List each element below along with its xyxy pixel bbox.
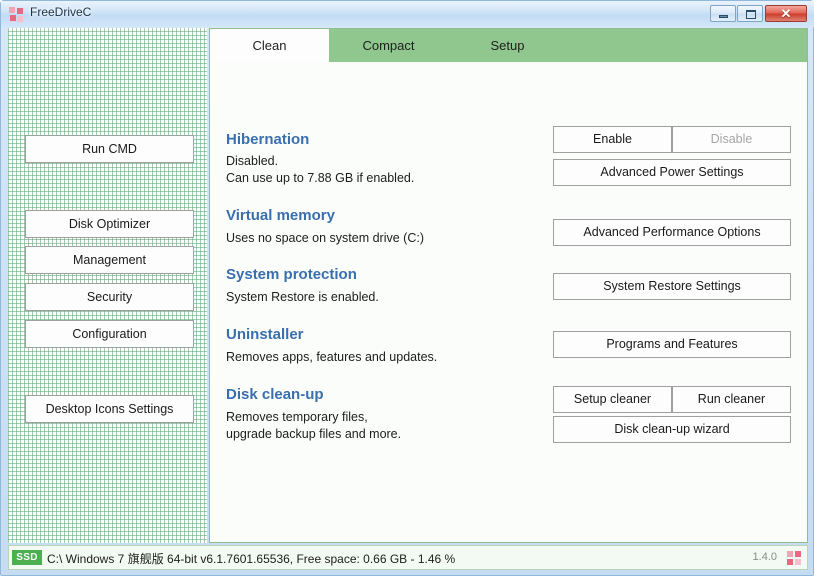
close-icon: ✕ <box>780 6 792 21</box>
section-text-disk-cleanup-line2: upgrade backup files and more. <box>226 427 402 441</box>
section-text-system-protection-line1: System Restore is enabled. <box>226 290 379 304</box>
title-bar[interactable]: FreeDriveC ✕ <box>1 1 814 27</box>
sidebar-item-management[interactable]: Management <box>25 246 194 274</box>
tab-compact[interactable]: Compact <box>329 29 448 62</box>
system-restore-settings-button[interactable]: System Restore Settings <box>553 273 791 300</box>
app-pixels-icon[interactable] <box>787 551 802 566</box>
section-heading-virtual-memory: Virtual memory <box>226 207 335 224</box>
advanced-performance-options-button[interactable]: Advanced Performance Options <box>553 219 791 246</box>
status-bar: SSD C:\ Windows 7 旗舰版 64-bit v6.1.7601.6… <box>8 545 808 570</box>
section-heading-disk-cleanup: Disk clean-up <box>226 386 324 403</box>
sidebar-item-security[interactable]: Security <box>25 283 194 311</box>
app-pixels-icon <box>9 7 24 22</box>
sidebar-item-disk-optimizer[interactable]: Disk Optimizer <box>25 210 194 238</box>
application-window: FreeDriveC ✕ Run CMD Disk Optimizer Mana… <box>0 0 814 576</box>
ssd-badge: SSD <box>12 550 42 565</box>
clean-tab-body: Hibernation Disabled. Can use up to 7.88… <box>210 62 807 542</box>
section-text-virtual-memory-line1: Uses no space on system drive (C:) <box>226 231 424 245</box>
sidebar-item-configuration[interactable]: Configuration <box>25 320 194 348</box>
sidebar-item-run-cmd[interactable]: Run CMD <box>25 135 194 163</box>
section-heading-system-protection: System protection <box>226 266 357 283</box>
maximize-button[interactable] <box>737 5 763 22</box>
window-title: FreeDriveC <box>30 5 92 19</box>
maximize-icon <box>746 10 756 19</box>
section-text-uninstaller-line1: Removes apps, features and updates. <box>226 350 438 364</box>
advanced-power-settings-button[interactable]: Advanced Power Settings <box>553 159 791 186</box>
minimize-icon <box>719 15 728 18</box>
version-label: 1.4.0 <box>752 551 777 563</box>
sidebar: Run CMD Disk Optimizer Management Securi… <box>8 28 207 543</box>
minimize-button[interactable] <box>710 5 736 22</box>
section-text-disk-cleanup-line1: Removes temporary files, <box>226 410 368 424</box>
tab-clean[interactable]: Clean <box>210 29 329 62</box>
enable-button[interactable]: Enable <box>553 126 672 153</box>
section-text-hibernation-line1: Disabled. <box>226 154 279 168</box>
disable-button: Disable <box>672 126 791 153</box>
section-heading-hibernation: Hibernation <box>226 131 310 148</box>
section-heading-uninstaller: Uninstaller <box>226 326 304 343</box>
tab-bar: Clean Compact Setup <box>210 29 807 62</box>
tab-setup[interactable]: Setup <box>448 29 567 62</box>
setup-cleaner-button[interactable]: Setup cleaner <box>553 386 672 413</box>
section-text-hibernation-line2: Can use up to 7.88 GB if enabled. <box>226 171 415 185</box>
close-button[interactable]: ✕ <box>765 5 807 22</box>
status-bar-text: C:\ Windows 7 旗舰版 64-bit v6.1.7601.65536… <box>47 552 456 566</box>
run-cleaner-button[interactable]: Run cleaner <box>672 386 791 413</box>
content-panel: Clean Compact Setup Hibernation Disabled… <box>209 28 808 543</box>
disk-cleanup-wizard-button[interactable]: Disk clean-up wizard <box>553 416 791 443</box>
sidebar-item-desktop-icons-settings[interactable]: Desktop Icons Settings <box>25 395 194 423</box>
programs-and-features-button[interactable]: Programs and Features <box>553 331 791 358</box>
